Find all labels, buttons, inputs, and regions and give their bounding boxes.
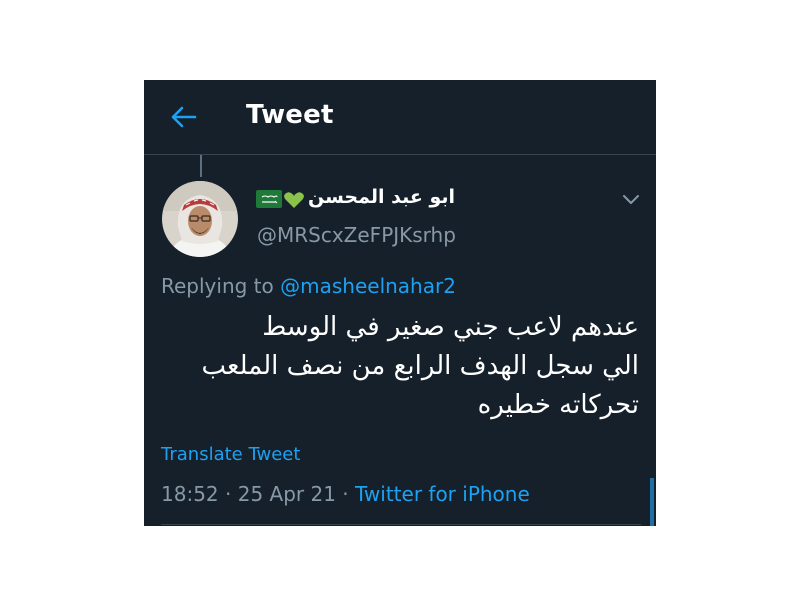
tweet-text-line: عندهم لاعب جني صغير في الوسط	[262, 312, 639, 342]
meta-separator: ·	[335, 482, 356, 506]
author-display-name[interactable]: ابو عبد المحسن	[308, 186, 455, 208]
chevron-down-icon	[623, 195, 639, 204]
avatar[interactable]	[162, 181, 238, 257]
thread-connector-line	[200, 155, 202, 177]
arrow-left-icon	[171, 106, 197, 128]
translate-tweet-link[interactable]: Translate Tweet	[161, 444, 300, 465]
saudi-flag-icon	[256, 190, 282, 208]
user-avatar-icon	[162, 181, 238, 257]
top-app-bar: Tweet	[144, 80, 656, 155]
tweet-date: 25 Apr 21	[237, 482, 336, 506]
meta-separator: ·	[218, 482, 238, 506]
green-heart-icon	[284, 192, 304, 208]
tweet-meta: 18:52 · 25 Apr 21 · Twitter for iPhone	[161, 482, 530, 506]
scrollbar-thumb[interactable]	[650, 478, 654, 526]
tweet-options-button[interactable]	[618, 190, 644, 210]
tweet-source-link[interactable]: Twitter for iPhone	[355, 482, 530, 506]
replying-to-label: Replying to	[161, 274, 274, 298]
tweet-body: عندهم لاعب جني صغير في الوسط الي سجل اله…	[159, 308, 639, 425]
back-button[interactable]	[164, 99, 204, 135]
tweet-time: 18:52	[161, 482, 219, 506]
divider	[161, 524, 641, 525]
page-title: Tweet	[246, 100, 334, 130]
replying-to-line: Replying to @masheelnahar2	[161, 274, 456, 298]
tweet-screen: Tweet ابو عبد المحسن @MRScxZeFPJKsrhp Re…	[144, 80, 656, 526]
tweet-text-line: تحركاته خطيره	[477, 390, 639, 420]
replying-to-handle-link[interactable]: @masheelnahar2	[280, 274, 456, 298]
author-username[interactable]: @MRScxZeFPJKsrhp	[257, 223, 456, 247]
tweet-text-line: الي سجل الهدف الرابع من نصف الملعب	[201, 351, 639, 381]
